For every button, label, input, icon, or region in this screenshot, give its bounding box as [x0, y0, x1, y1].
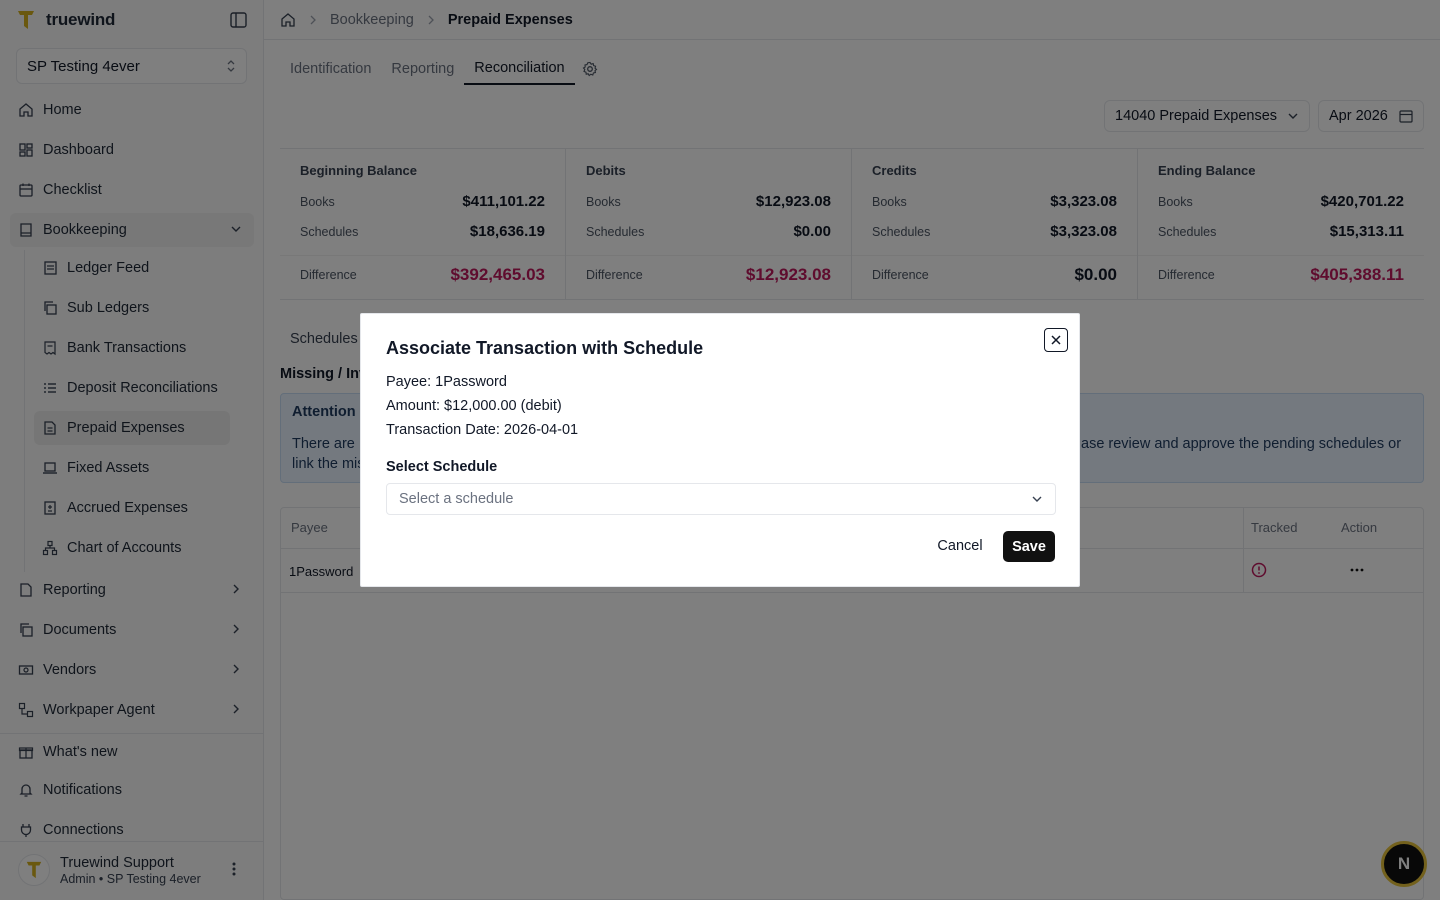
save-button[interactable]: Save	[1003, 531, 1055, 562]
close-button[interactable]	[1044, 328, 1068, 352]
schedule-select[interactable]: Select a schedule	[386, 483, 1056, 515]
dialog-amount: Amount: $12,000.00 (debit)	[386, 398, 562, 414]
associate-schedule-dialog: Associate Transaction with Schedule Paye…	[360, 313, 1080, 587]
dialog-title: Associate Transaction with Schedule	[386, 338, 704, 358]
close-icon	[1051, 335, 1061, 345]
dialog-payee: Payee: 1Password	[386, 374, 507, 390]
dialog-transaction-date: Transaction Date: 2026-04-01	[386, 422, 579, 438]
select-schedule-label: Select Schedule	[386, 459, 498, 475]
schedule-select-placeholder: Select a schedule	[399, 491, 514, 507]
chevron-down-icon	[1032, 496, 1042, 502]
cancel-button[interactable]: Cancel	[928, 531, 992, 561]
